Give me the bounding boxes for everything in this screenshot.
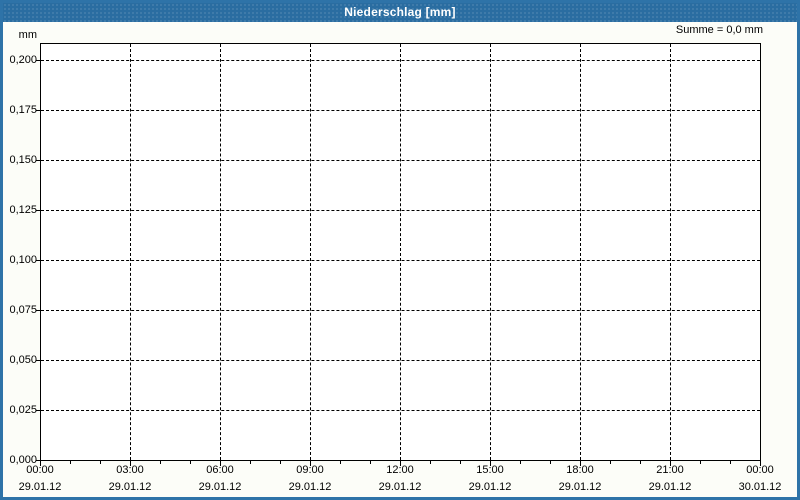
y-tick-label: 0,150 (9, 154, 37, 166)
y-tick-label: 0,125 (9, 204, 37, 216)
v-gridline (310, 44, 311, 460)
x-tick-date: 29.01.12 (288, 481, 332, 493)
x-tick-time: 00:00 (26, 464, 54, 476)
chart-title-bar: Niederschlag [mm] (3, 3, 797, 22)
sum-annotation: Summe = 0,0 mm (675, 24, 763, 36)
y-axis-unit-label: mm (18, 29, 37, 41)
x-tick-time: 00:00 (746, 464, 774, 476)
x-tick-time: 12:00 (386, 464, 414, 476)
x-tick-date: 30.01.12 (738, 481, 782, 493)
v-gridline (490, 44, 491, 460)
v-gridline (670, 44, 671, 460)
y-axis-ticks (36, 60, 40, 462)
y-tick-label: 0,175 (9, 104, 37, 116)
x-tick-date: 29.01.12 (18, 481, 62, 493)
y-tick-label: 0,050 (9, 354, 37, 366)
y-tick-label: 0,075 (9, 304, 37, 316)
x-tick-date: 29.01.12 (648, 481, 692, 493)
v-gridline (580, 44, 581, 460)
x-tick-date: 29.01.12 (378, 481, 422, 493)
v-gridline (130, 44, 131, 460)
x-tick-time: 03:00 (116, 464, 144, 476)
y-tick-label: 0,200 (9, 54, 37, 66)
chart-title: Niederschlag [mm] (344, 5, 456, 19)
x-tick-date: 29.01.12 (468, 481, 512, 493)
plot-area (40, 43, 761, 461)
x-tick-date: 29.01.12 (198, 481, 242, 493)
x-tick-date: 29.01.12 (108, 481, 152, 493)
x-tick-time: 09:00 (296, 464, 324, 476)
chart-window: Niederschlag [mm] Summe = 0,0 mm mm 0,20… (0, 0, 800, 500)
x-tick-time: 15:00 (476, 464, 504, 476)
v-gridline (220, 44, 221, 460)
y-tick-label: 0,025 (9, 404, 37, 416)
x-tick-time: 06:00 (206, 464, 234, 476)
y-tick-label: 0,100 (9, 254, 37, 266)
v-gridline (400, 44, 401, 460)
x-tick-time: 18:00 (566, 464, 594, 476)
x-tick-date: 29.01.12 (558, 481, 602, 493)
x-tick-time: 21:00 (656, 464, 684, 476)
